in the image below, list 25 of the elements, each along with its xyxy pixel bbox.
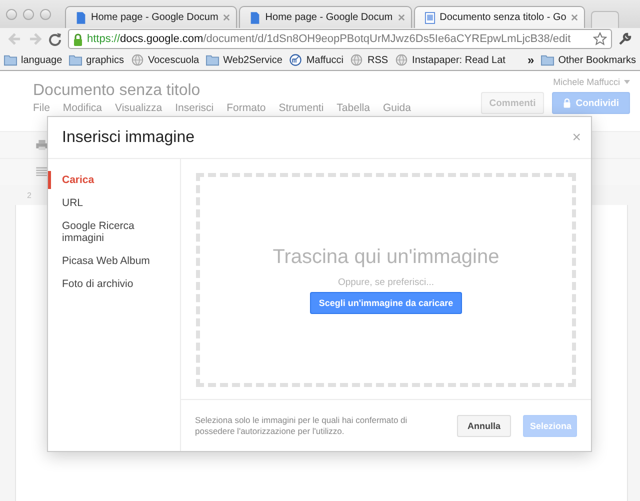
- permission-notice: Seleziona solo le immagini per le quali hai confermato di possedere l'autorizzazione per l'utilizzo.: [195, 415, 408, 436]
- bookmark[interactable]: RSS: [350, 54, 388, 66]
- bookmark[interactable]: Web2Service: [206, 54, 282, 66]
- source-tab[interactable]: Picasa Web Album: [48, 252, 180, 270]
- bookmark[interactable]: language: [4, 54, 62, 66]
- cancel-button[interactable]: Annulla: [457, 414, 511, 436]
- overflow-chevron[interactable]: »: [528, 53, 534, 67]
- drop-heading: Trascina qui un'immagine: [272, 246, 500, 269]
- alternative-text: Oppure, se preferisci...: [338, 277, 434, 288]
- ruler-number: 2: [27, 190, 32, 200]
- dialog-title: Inserisci immagine: [62, 128, 194, 146]
- bookmark[interactable]: graphics: [69, 54, 124, 66]
- bookmark[interactable]: Vocescuola: [130, 54, 200, 66]
- browser-tab[interactable]: Home page - Google Docum: [239, 6, 412, 28]
- browser-tab[interactable]: Home page - Google Docum: [65, 6, 238, 28]
- browser-tab[interactable]: Documento senza titolo - Go: [414, 6, 586, 28]
- bookmark[interactable]: Instapaper: Read Lat: [395, 54, 506, 66]
- url-text: https://docs.google.com/document/d/1dSn8OH9eopPBotqUrMJwz6Ds5Ie6aCYREpwLmLjcB38/edit: [87, 33, 572, 45]
- source-tab[interactable]: URL: [48, 194, 180, 212]
- address-bar[interactable]: https://docs.google.com/document/d/1dSn8OH9eopPBotqUrMJwz6Ds5Ie6aCYREpwLmLjcB38/edit: [68, 29, 612, 49]
- source-tab[interactable]: Google Ricerca immagini: [48, 217, 180, 247]
- source-tab[interactable]: Carica: [48, 171, 180, 189]
- source-tab[interactable]: Foto di archivio: [48, 275, 180, 293]
- bookmark[interactable]: Other Bookmarks: [541, 54, 636, 66]
- bookmark[interactable]: Maffucci: [289, 54, 344, 66]
